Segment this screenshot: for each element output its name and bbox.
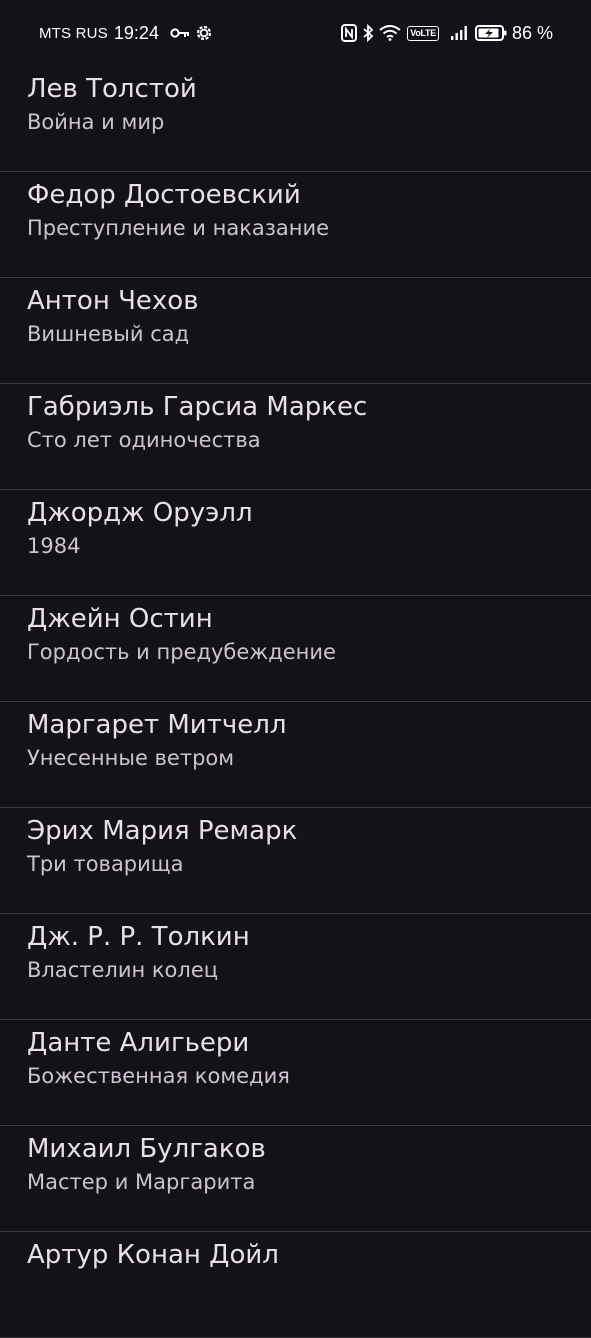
book-title: Гордость и предубеждение <box>27 640 336 664</box>
clock: 19:24 <box>113 22 159 43</box>
book-title: Мастер и Маргарита <box>27 1170 256 1194</box>
status-bar-left: MTS RUS 19:24 <box>39 23 213 44</box>
battery-charging-icon <box>474 24 507 42</box>
book-list: Лев Толстой Война и мир Федор Достоевский П… <box>0 66 591 1338</box>
book-title: Властелин колец <box>27 958 219 982</box>
volte-badge: VoLTE <box>407 25 439 41</box>
nfc-icon <box>341 24 358 42</box>
book-author: Федор Достоевский <box>27 180 301 210</box>
book-title: Вишневый сад <box>27 322 190 346</box>
book-author: Джейн Остин <box>27 604 213 634</box>
list-item[interactable]: Лев Толстой Война и мир <box>0 66 591 172</box>
carrier-label: MTS RUS <box>39 24 108 42</box>
book-author: Маргарет Митчелл <box>27 710 287 740</box>
status-bar: MTS RUS 19:24 VoLTE 86 % <box>0 0 591 66</box>
book-author: Эрих Мария Ремарк <box>27 816 298 846</box>
bluetooth-icon <box>362 24 374 42</box>
status-bar-right: VoLTE 86 % <box>336 23 553 44</box>
list-item[interactable]: Артур Конан Дойл <box>0 1232 591 1338</box>
wifi-icon <box>379 25 401 41</box>
list-item[interactable]: Михаил Булгаков Мастер и Маргарита <box>0 1126 591 1232</box>
battery-percent: 86 % <box>511 22 553 43</box>
list-item[interactable]: Джордж Оруэлл 1984 <box>0 490 591 596</box>
book-title: 1984 <box>27 534 81 558</box>
book-author: Лев Толстой <box>27 74 197 104</box>
list-item[interactable]: Дж. Р. Р. Толкин Властелин колец <box>0 914 591 1020</box>
signal-strength-icon <box>450 25 470 41</box>
list-item[interactable]: Данте Алигьери Божественная комедия <box>0 1020 591 1126</box>
book-title: Сто лет одиночества <box>27 428 261 452</box>
list-item[interactable]: Эрих Мария Ремарк Три товарища <box>0 808 591 914</box>
list-item[interactable]: Маргарет Митчелл Унесенные ветром <box>0 702 591 808</box>
list-item[interactable]: Габриэль Гарсиа Маркес Сто лет одиночеств… <box>0 384 591 490</box>
book-author: Антон Чехов <box>27 286 199 316</box>
list-item[interactable]: Джейн Остин Гордость и предубеждение <box>0 596 591 702</box>
book-author: Джордж Оруэлл <box>27 498 253 528</box>
book-title: Война и мир <box>27 110 165 134</box>
book-title: Унесенные ветром <box>27 746 235 770</box>
settings-gear-icon <box>195 24 213 42</box>
book-title: Три товарища <box>27 852 184 876</box>
book-author: Данте Алигьери <box>27 1028 250 1058</box>
book-title: Божественная комедия <box>27 1064 290 1088</box>
book-author: Михаил Булгаков <box>27 1134 266 1164</box>
book-title: Преступление и наказание <box>27 216 330 240</box>
book-author: Артур Конан Дойл <box>27 1240 279 1270</box>
list-item[interactable]: Федор Достоевский Преступление и наказани… <box>0 172 591 278</box>
book-author: Дж. Р. Р. Толкин <box>27 922 250 952</box>
book-author: Габриэль Гарсиа Маркес <box>27 392 368 422</box>
list-item[interactable]: Антон Чехов Вишневый сад <box>0 278 591 384</box>
key-icon <box>170 27 190 39</box>
